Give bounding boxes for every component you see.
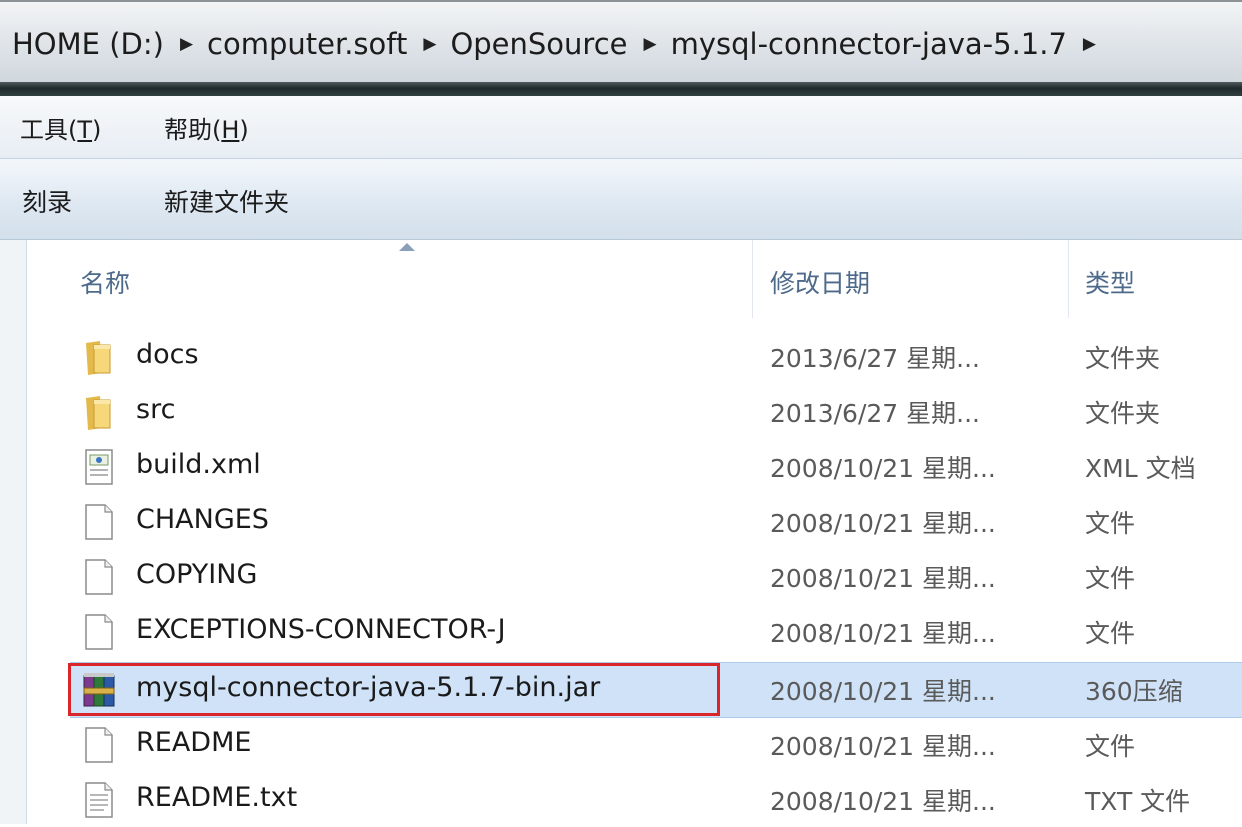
file-type: 文件	[1085, 509, 1136, 538]
burn-button[interactable]: 刻录	[22, 183, 72, 219]
column-name[interactable]: 名称	[80, 264, 130, 300]
file-date: 2008/10/21 星期...	[770, 619, 996, 648]
file-name: README.txt	[136, 782, 298, 813]
column-date[interactable]: 修改日期	[770, 264, 870, 300]
breadcrumb-arrow-icon[interactable]: ▶	[423, 34, 436, 54]
file-date: 2008/10/21 星期...	[770, 677, 996, 706]
file-row[interactable]: COPYING 2008/10/21 星期... 文件	[70, 550, 1242, 604]
file-date: 2008/10/21 星期...	[770, 787, 996, 816]
file-type: 文件	[1085, 732, 1136, 761]
file-name: build.xml	[136, 449, 261, 480]
file-row[interactable]: docs 2013/6/27 星期... 文件夹	[70, 330, 1242, 384]
file-type: XML 文档	[1085, 454, 1196, 483]
file-date: 2008/10/21 星期...	[770, 564, 996, 593]
menu-help[interactable]: 帮助(H)	[164, 110, 249, 145]
folder-icon	[86, 396, 111, 430]
annotation-highlight-box	[68, 663, 720, 716]
file-type: TXT 文件	[1085, 787, 1191, 816]
file-icon	[85, 727, 113, 763]
breadcrumb-home-drive[interactable]: HOME (D:)	[10, 27, 166, 61]
address-bar-divider	[0, 82, 1242, 96]
file-icon	[85, 504, 113, 540]
file-name: CHANGES	[136, 504, 269, 535]
column-header: 名称 修改日期 类型	[27, 240, 1242, 320]
file-type: 文件夹	[1085, 344, 1161, 373]
file-name: COPYING	[136, 559, 258, 590]
folder-icon	[86, 341, 111, 375]
file-type: 文件夹	[1085, 399, 1161, 428]
file-name: docs	[136, 339, 199, 370]
column-divider[interactable]	[1068, 240, 1069, 318]
file-name: README	[136, 727, 252, 758]
file-type: 文件	[1085, 564, 1136, 593]
file-date: 2008/10/21 星期...	[770, 509, 996, 538]
menu-bar: 工具(T) 帮助(H)	[0, 96, 1242, 159]
navigation-pane-edge[interactable]	[0, 240, 27, 824]
file-row[interactable]: EXCEPTIONS-CONNECTOR-J 2008/10/21 星期... …	[70, 605, 1242, 659]
column-divider[interactable]	[752, 240, 753, 318]
file-date: 2008/10/21 星期...	[770, 732, 996, 761]
address-bar[interactable]: HOME (D:) ▶ computer.soft ▶ OpenSource ▶…	[0, 0, 1242, 84]
file-date: 2013/6/27 星期...	[770, 344, 980, 373]
file-icon	[85, 559, 113, 595]
text-file-icon	[85, 782, 113, 818]
breadcrumb-arrow-icon[interactable]: ▶	[1083, 34, 1096, 54]
breadcrumb-mysql-connector[interactable]: mysql-connector-java-5.1.7	[669, 27, 1069, 61]
breadcrumb-computer-soft[interactable]: computer.soft	[205, 27, 409, 61]
command-bar: 刻录 新建文件夹	[0, 159, 1242, 240]
breadcrumb-arrow-icon[interactable]: ▶	[644, 34, 657, 54]
file-type: 360压缩	[1085, 677, 1183, 706]
file-row[interactable]: README 2008/10/21 星期... 文件	[70, 718, 1242, 772]
file-icon	[85, 614, 113, 650]
sort-ascending-icon	[399, 243, 415, 251]
xml-file-icon	[85, 449, 113, 485]
new-folder-button[interactable]: 新建文件夹	[164, 183, 289, 219]
file-row[interactable]: build.xml 2008/10/21 星期... XML 文档	[70, 440, 1242, 494]
column-type[interactable]: 类型	[1085, 264, 1135, 300]
breadcrumb-opensource[interactable]: OpenSource	[448, 27, 629, 61]
breadcrumb: HOME (D:) ▶ computer.soft ▶ OpenSource ▶…	[10, 22, 1108, 66]
file-date: 2008/10/21 星期...	[770, 454, 996, 483]
file-name: src	[136, 394, 176, 425]
menu-tools[interactable]: 工具(T)	[20, 110, 101, 145]
file-row[interactable]: CHANGES 2008/10/21 星期... 文件	[70, 495, 1242, 549]
file-type: 文件	[1085, 619, 1136, 648]
file-row[interactable]: src 2013/6/27 星期... 文件夹	[70, 385, 1242, 439]
file-row[interactable]: README.txt 2008/10/21 星期... TXT 文件	[70, 773, 1242, 827]
file-date: 2013/6/27 星期...	[770, 399, 980, 428]
file-name: EXCEPTIONS-CONNECTOR-J	[136, 614, 506, 645]
breadcrumb-arrow-icon[interactable]: ▶	[180, 34, 193, 54]
